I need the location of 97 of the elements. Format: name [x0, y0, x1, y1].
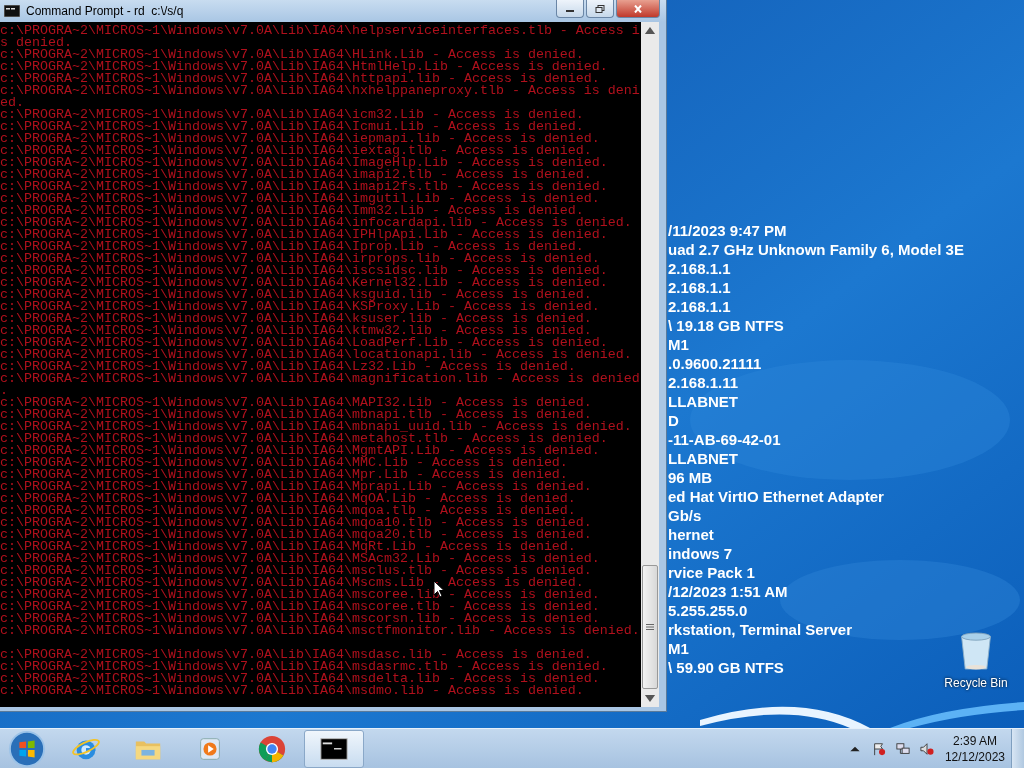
console-line: c:\PROGRA~2\MICROS~1\Windows\v7.0A\Lib\IA64\msctfmonitor.lib - Access is denied. — [0, 625, 641, 637]
close-button[interactable] — [616, 0, 660, 18]
console-line: c:\PROGRA~2\MICROS~1\Windows\v7.0A\Lib\IA64\msdasc.lib - Access is denied. — [0, 649, 592, 661]
grip-icon — [646, 624, 654, 630]
console-line: c:\PROGRA~2\MICROS~1\Windows\v7.0A\Lib\IA64\ksguid.lib - Access is denied. — [0, 289, 592, 301]
info-text: indows 7 — [668, 544, 734, 563]
info-text: 2.168.1.1 — [668, 297, 732, 316]
console-line: c:\PROGRA~2\MICROS~1\Windows\v7.0A\Lib\IA64\mqoa10.tlb - Access is denied. — [0, 517, 593, 529]
restore-button[interactable] — [586, 0, 614, 18]
info-text: rvice Pack 1 — [668, 563, 756, 582]
scroll-thumb[interactable] — [642, 565, 658, 689]
console-line: c:\PROGRA~2\MICROS~1\Windows\v7.0A\Lib\IA64\ksuser.lib - Access is denied. — [0, 313, 593, 325]
info-text: /12/2023 1:51 AM — [668, 582, 789, 601]
info-text: 2.168.1.1 — [668, 278, 732, 297]
console-line: c:\PROGRA~2\MICROS~1\Windows\v7.0A\Lib\IA64\imapi2.tlb - Access is denied. — [0, 169, 592, 181]
scrollbar[interactable] — [641, 22, 659, 707]
console-line: c:\PROGRA~2\MICROS~1\Windows\v7.0A\Lib\IA64\httpapi.lib - Access is denied. — [0, 73, 601, 85]
info-text: /11/2023 9:47 PM — [668, 221, 788, 240]
console-line: c:\PROGRA~2\MICROS~1\Windows\v7.0A\Lib\IA64\ktmw32.lib - Access is denied. — [0, 325, 592, 337]
console-line: . — [0, 385, 8, 397]
info-text: 2.168.1.11 — [668, 373, 740, 392]
console-line: c:\PROGRA~2\MICROS~1\Windows\v7.0A\Lib\IA64\mscoree.lib - Access is denied. — [0, 589, 601, 601]
console-line: c:\PROGRA~2\MICROS~1\Windows\v7.0A\Lib\IA64\Mscms.Lib - Access is denied. — [0, 577, 584, 589]
console-line: c:\PROGRA~2\MICROS~1\Windows\v7.0A\Lib\IA64\metahost.tlb - Access is denied. — [0, 433, 609, 445]
console-line: c:\PROGRA~2\MICROS~1\Windows\v7.0A\Lib\IA64\MgmtAPI.Lib - Access is denied. — [0, 445, 601, 457]
console-line: c:\PROGRA~2\MICROS~1\Windows\v7.0A\Lib\IA64\mbnapi.tlb - Access is denied. — [0, 409, 592, 421]
restore-icon — [595, 4, 605, 13]
console-line: c:\PROGRA~2\MICROS~1\Windows\v7.0A\Lib\IA64\helpserviceinterfaces.tlb - Access i — [0, 25, 641, 37]
console-line: c:\PROGRA~2\MICROS~1\Windows\v7.0A\Lib\IA64\LoadPerf.Lib - Access is denied. — [0, 337, 608, 349]
console-line: c:\PROGRA~2\MICROS~1\Windows\v7.0A\Lib\IA64\mqoa20.tlb - Access is denied. — [0, 529, 593, 541]
window-title: Command Prompt - rd c:\/s/q — [26, 4, 185, 18]
flag-icon[interactable] — [871, 742, 886, 756]
console-line: c:\PROGRA~2\MICROS~1\Windows\v7.0A\Lib\IA64\ImageHlp.Lib - Access is denied. — [0, 157, 609, 169]
console-line: c:\PROGRA~2\MICROS~1\Windows\v7.0A\Lib\IA64\MqRt.Lib - Access is denied. — [0, 541, 576, 553]
console-line: c:\PROGRA~2\MICROS~1\Windows\v7.0A\Lib\IA64\IPHlpApi.Lib - Access is denied. — [0, 229, 609, 241]
console-line: c:\PROGRA~2\MICROS~1\Windows\v7.0A\Lib\IA64\MAPI32.Lib - Access is denied. — [0, 397, 593, 409]
minimize-button[interactable] — [556, 0, 584, 18]
start-orb-icon — [8, 730, 46, 768]
info-text: M1 — [668, 639, 690, 658]
info-text: 5.255.255.0 — [668, 601, 749, 620]
console-line: c:\PROGRA~2\MICROS~1\Windows\v7.0A\Lib\IA64\Kernel32.Lib - Access is denied. — [0, 277, 609, 289]
info-text: ed Hat VirtIO Ethernet Adapter — [668, 487, 885, 506]
console-line: c:\PROGRA~2\MICROS~1\Windows\v7.0A\Lib\IA64\imgutil.Lib - Access is denied. — [0, 193, 601, 205]
info-text: hernet — [668, 525, 715, 544]
console-line: c:\PROGRA~2\MICROS~1\Windows\v7.0A\Lib\IA64\KSProxy.Lib - Access is denied. — [0, 301, 601, 313]
info-text: LLABNET — [668, 392, 739, 411]
console-line: c:\PROGRA~2\MICROS~1\Windows\v7.0A\Lib\IA64\msclus.tlb - Access is denied. — [0, 565, 593, 577]
info-text: M1 — [668, 335, 690, 354]
info-text: .0.9600.21111 — [668, 354, 763, 373]
console-line: c:\PROGRA~2\MICROS~1\Windows\v7.0A\Lib\IA64\msdelta.lib - Access is denied. — [0, 673, 601, 685]
console-line: c:\PROGRA~2\MICROS~1\Windows\v7.0A\Lib\IA64\Imm32.Lib - Access is denied. — [0, 205, 584, 217]
clock-button[interactable]: 2:39 AM 12/12/2023 — [938, 733, 1011, 765]
console-line: c:\PROGRA~2\MICROS~1\Windows\v7.0A\Lib\IA64\Icmui.Lib - Access is denied. — [0, 121, 584, 133]
speaker-muted-icon[interactable] — [919, 742, 934, 756]
console-line: c:\PROGRA~2\MICROS~1\Windows\v7.0A\Lib\IA64\MSAcm32.Lib - Access is denied. — [0, 553, 601, 565]
console-line: c:\PROGRA~2\MICROS~1\Windows\v7.0A\Lib\IA64\Mprapi.Lib - Access is denied. — [0, 481, 593, 493]
console-line: c:\PROGRA~2\MICROS~1\Windows\v7.0A\Lib\IA64\iscsidsc.lib - Access is denied. — [0, 265, 609, 277]
info-text: \ 19.18 GB NTFS — [668, 316, 785, 335]
console-line: c:\PROGRA~2\MICROS~1\Windows\v7.0A\Lib\IA64\MMC.Lib - Access is denied. — [0, 457, 569, 469]
console-line: c:\PROGRA~2\MICROS~1\Windows\v7.0A\Lib\IA64\Lz32.Lib - Access is denied. — [0, 361, 576, 373]
console-line: c:\PROGRA~2\MICROS~1\Windows\v7.0A\Lib\IA64\HLink.Lib - Access is denied. — [0, 49, 584, 61]
terminal-icon — [4, 5, 20, 17]
console-line: c:\PROGRA~2\MICROS~1\Windows\v7.0A\Lib\IA64\mbnapi_uuid.lib - Access is denied. — [0, 421, 633, 433]
console-line: c:\PROGRA~2\MICROS~1\Windows\v7.0A\Lib\IA64\mscorsn.lib - Access is denied. — [0, 613, 600, 625]
console-line: c:\PROGRA~2\MICROS~1\Windows\v7.0A\Lib\IA64\msdmo.lib - Access is denied. — [0, 685, 585, 697]
desktop-shortcut[interactable]: Recycle Bin — [938, 630, 1014, 690]
console-line: c:\PROGRA~2\MICROS~1\Windows\v7.0A\Lib\IA64\magnification.lib - Access is denied — [0, 373, 641, 385]
console-line: c:\PROGRA~2\MICROS~1\Windows\v7.0A\Lib\IA64\MqOA.Lib - Access is denied. — [0, 493, 577, 505]
console-line: c:\PROGRA~2\MICROS~1\Windows\v7.0A\Lib\IA64\HtmlHelp.Lib - Access is denied. — [0, 61, 609, 73]
info-text: LLABNET — [668, 449, 739, 468]
console-line: c:\PROGRA~2\MICROS~1\Windows\v7.0A\Lib\IA64\icm32.Lib - Access is denied. — [0, 109, 585, 121]
console-line: s denied. — [0, 37, 72, 49]
console-line: c:\PROGRA~2\MICROS~1\Windows\v7.0A\Lib\IA64\mscoree.tlb - Access is denied. — [0, 601, 601, 613]
console-line: c:\PROGRA~2\MICROS~1\Windows\v7.0A\Lib\IA64\locationapi.lib - Access is denied. — [0, 349, 633, 361]
taskbar-button[interactable] — [304, 730, 364, 768]
info-text: uad 2.7 GHz Unknown Family 6, Model 3E — [668, 240, 964, 259]
info-text: \ 59.90 GB NTFS — [668, 658, 785, 677]
network-icon[interactable] — [895, 742, 910, 756]
console-line: c:\PROGRA~2\MICROS~1\Windows\v7.0A\Lib\IA64\Iprop.Lib - Access is denied. — [0, 241, 584, 253]
console-line: c:\PROGRA~2\MICROS~1\Windows\v7.0A\Lib\IA64\imapi2fs.tlb - Access is denied. — [0, 181, 609, 193]
console-line: c:\PROGRA~2\MICROS~1\Windows\v7.0A\Lib\IA64\msdasrmc.tlb - Access is denied. — [0, 661, 609, 673]
console-line: c:\PROGRA~2\MICROS~1\Windows\v7.0A\Lib\IA64\mqoa.tlb - Access is denied. — [0, 505, 576, 517]
console-line: c:\PROGRA~2\MICROS~1\Windows\v7.0A\Lib\IA64\iepmapi.lib - Access is denied. — [0, 133, 601, 145]
console-line: c:\PROGRA~2\MICROS~1\Windows\v7.0A\Lib\IA64\iextag.tlb - Access is denied. — [0, 145, 592, 157]
console-line: c:\PROGRA~2\MICROS~1\Windows\v7.0A\Lib\IA64\Mpr.Lib - Access is denied. — [0, 469, 568, 481]
console-line: c:\PROGRA~2\MICROS~1\Windows\v7.0A\Lib\IA64\irprops.lib - Access is denied. — [0, 253, 600, 265]
info-text: rkstation, Terminal Server — [668, 620, 853, 639]
info-text: 2.168.1.1 — [668, 259, 732, 278]
info-text: 96 MB — [668, 468, 714, 487]
console-line: c:\PROGRA~2\MICROS~1\Windows\v7.0A\Lib\IA64\infocardapi.lib - Access is denied. — [0, 217, 633, 229]
console-line: c:\PROGRA~2\MICROS~1\Windows\v7.0A\Lib\IA64\hxhelppaneproxy.tlb - Access is deni — [0, 85, 641, 97]
info-text: D — [668, 411, 680, 430]
info-text: Gb/s — [668, 506, 703, 525]
info-text: -11-AB-69-42-01 — [668, 430, 782, 449]
console-line: ed. — [0, 97, 24, 109]
close-icon — [633, 4, 643, 13]
pinwheel-circle-icon — [257, 734, 287, 764]
